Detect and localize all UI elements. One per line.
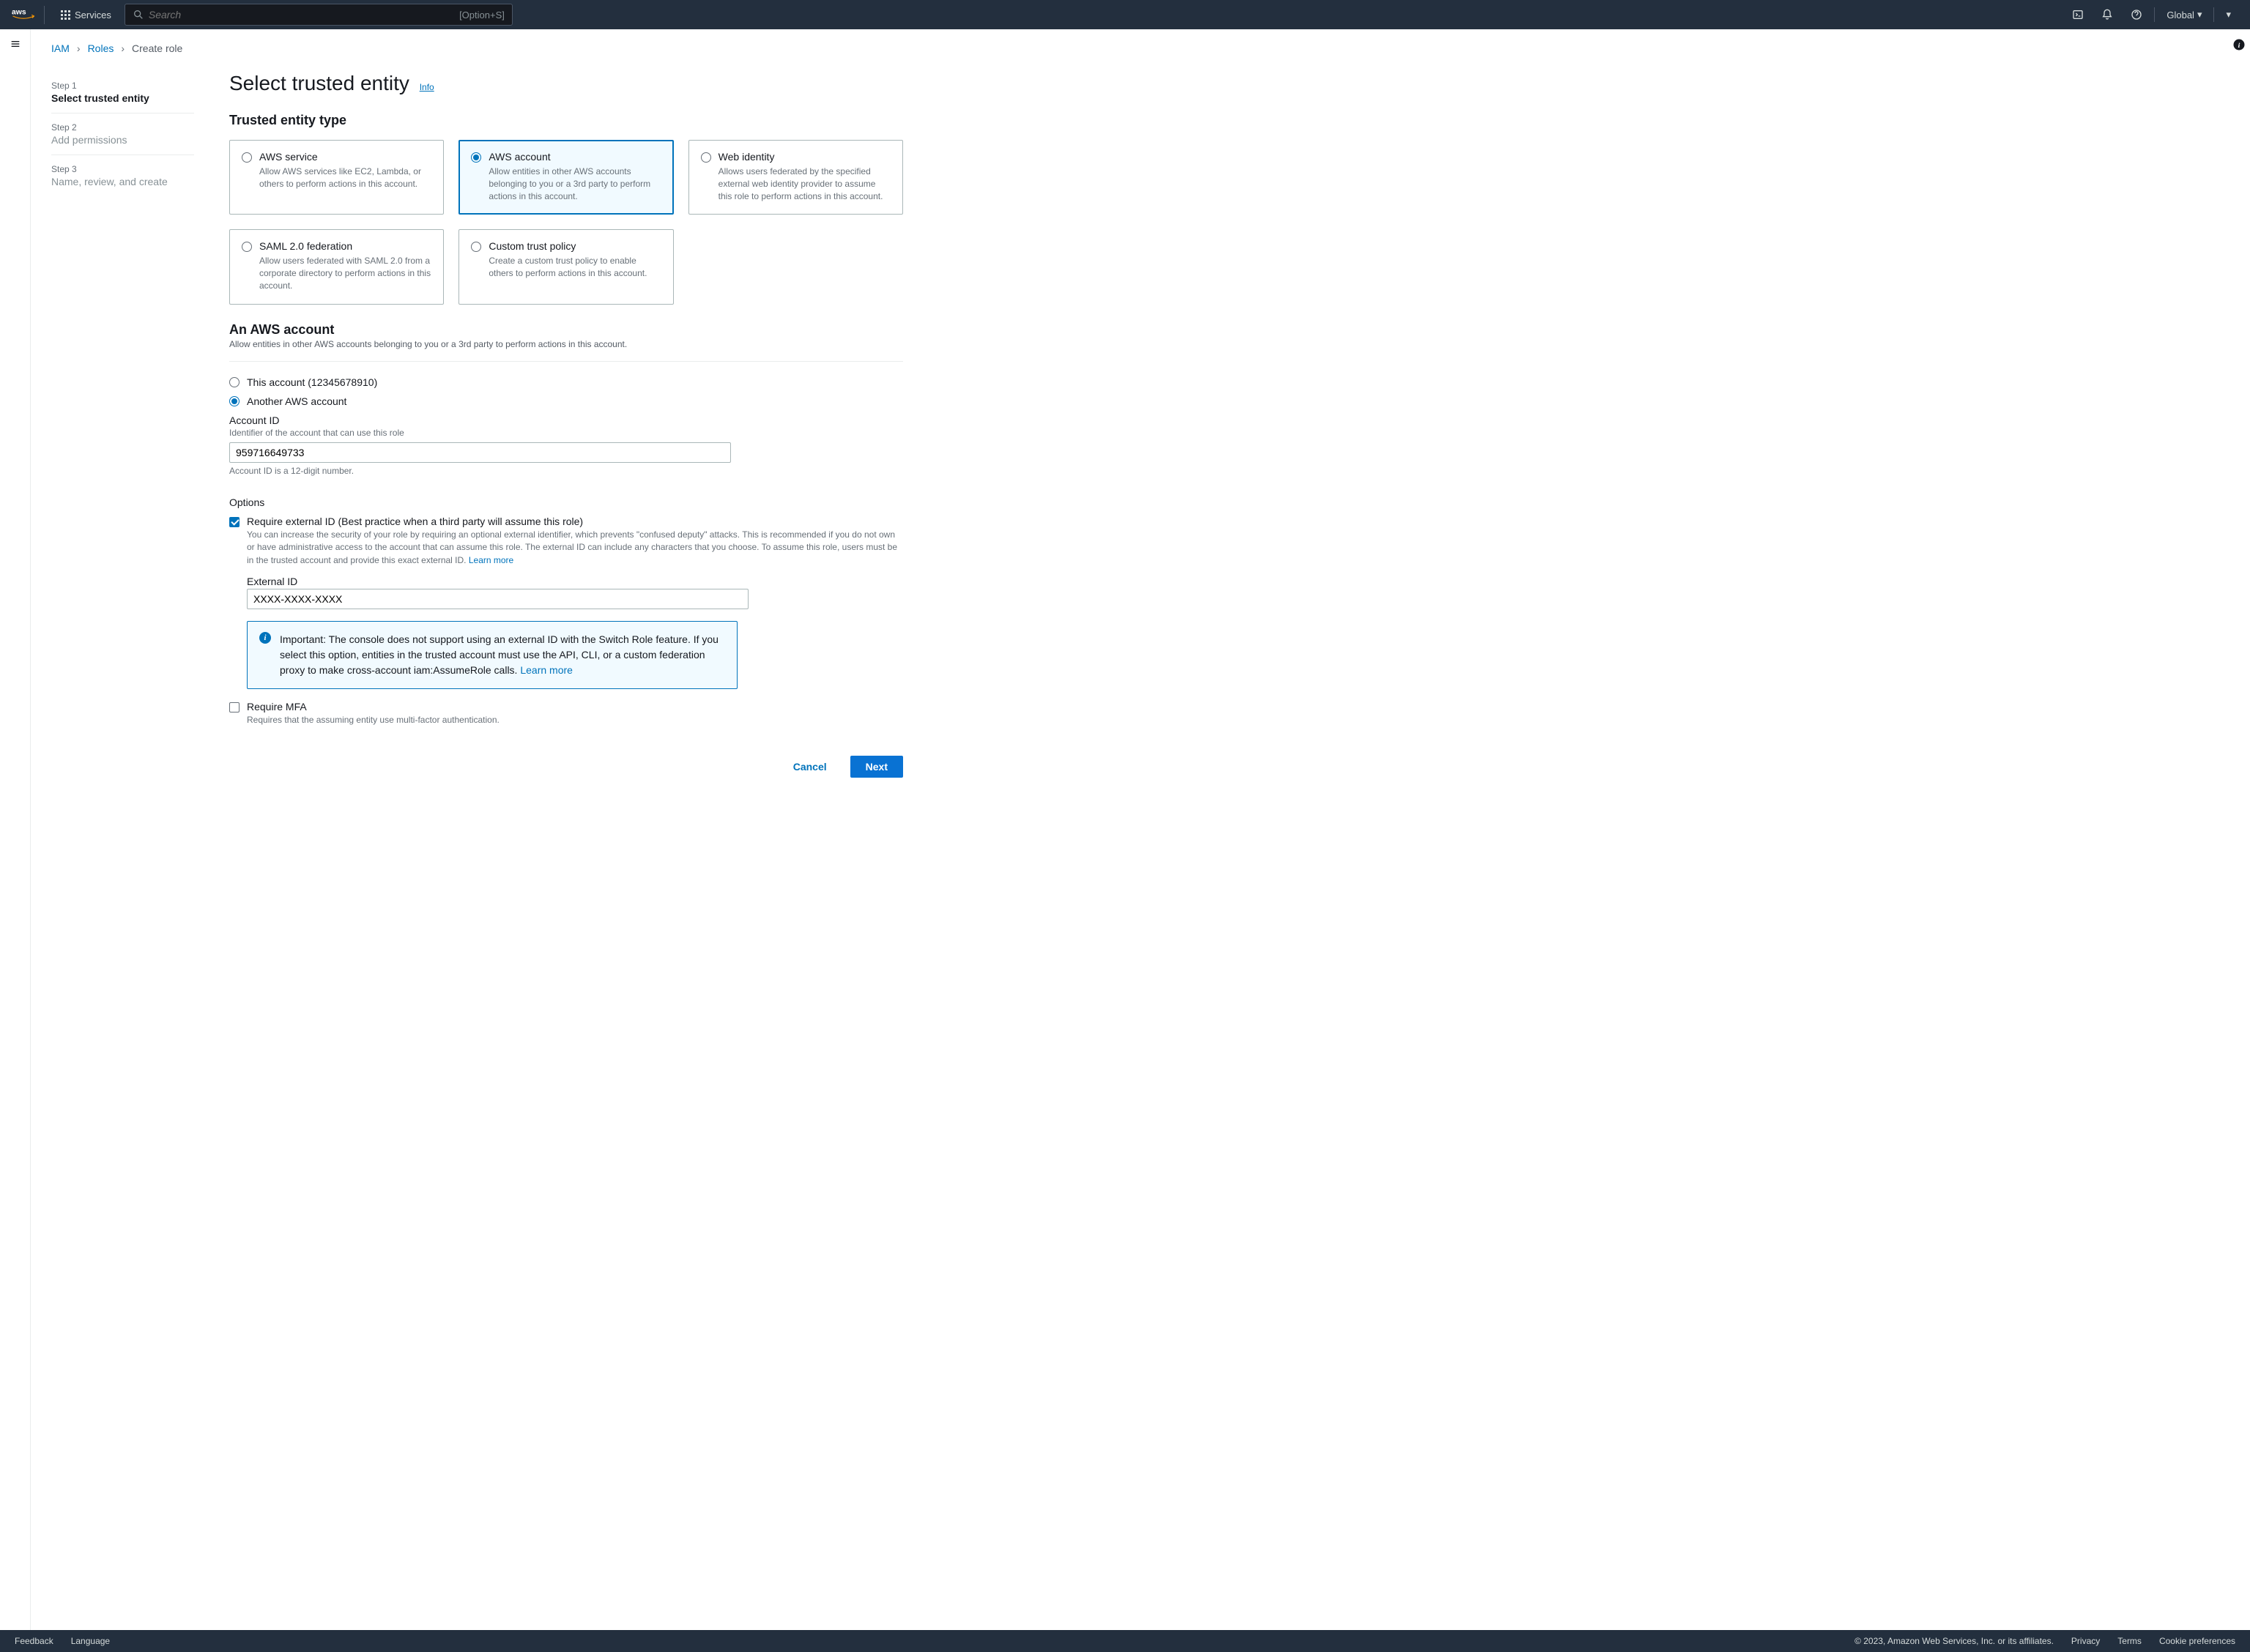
info-panel-toggle[interactable]: i	[2232, 38, 2246, 53]
footer-feedback[interactable]: Feedback	[15, 1636, 53, 1646]
radio-icon	[229, 377, 240, 387]
external-id-input[interactable]	[247, 589, 749, 609]
search-shortcut: [Option+S]	[459, 10, 505, 21]
step-1[interactable]: Step 1 Select trusted entity	[51, 72, 194, 114]
wizard-steps: Step 1 Select trusted entity Step 2 Add …	[51, 72, 194, 778]
entity-card-custom[interactable]: Custom trust policy Create a custom trus…	[458, 229, 673, 304]
grid-icon	[61, 10, 70, 20]
learn-more-link[interactable]: Learn more	[520, 664, 573, 676]
breadcrumb-roles[interactable]: Roles	[88, 42, 114, 54]
next-button[interactable]: Next	[850, 756, 903, 778]
search-icon	[133, 9, 144, 21]
top-nav: aws Services [Option+S] Global ▾ ▾	[0, 0, 2250, 29]
radio-icon	[242, 242, 252, 252]
account-id-input[interactable]	[229, 442, 731, 463]
options-heading: Options	[229, 496, 903, 508]
radio-icon	[471, 152, 481, 163]
search-box[interactable]: [Option+S]	[125, 4, 513, 26]
footer-terms[interactable]: Terms	[2117, 1636, 2142, 1646]
cloudshell-icon[interactable]	[2065, 3, 2091, 26]
footer-privacy[interactable]: Privacy	[2071, 1636, 2100, 1646]
account-id-hint: Identifier of the account that can use t…	[229, 428, 903, 438]
account-desc: Allow entities in other AWS accounts bel…	[229, 339, 903, 349]
footer-cookies[interactable]: Cookie preferences	[2159, 1636, 2235, 1646]
wizard-buttons: Cancel Next	[229, 756, 903, 778]
radio-another-account[interactable]: Another AWS account	[229, 395, 903, 407]
account-menu[interactable]: ▾	[2219, 3, 2238, 26]
entity-card-aws-service[interactable]: AWS service Allow AWS services like EC2,…	[229, 140, 444, 215]
search-input[interactable]	[144, 9, 459, 21]
step-2[interactable]: Step 2 Add permissions	[51, 114, 194, 155]
entity-cards: AWS service Allow AWS services like EC2,…	[229, 140, 903, 305]
services-label: Services	[75, 10, 111, 21]
page-title: Select trusted entity Info	[229, 72, 903, 95]
account-id-help: Account ID is a 12-digit number.	[229, 466, 903, 476]
help-icon[interactable]	[2123, 3, 2150, 26]
radio-icon	[229, 396, 240, 406]
notifications-icon[interactable]	[2094, 3, 2120, 26]
checkbox-icon	[229, 517, 240, 527]
account-heading: An AWS account	[229, 322, 903, 338]
nav-right-icons: Global ▾ ▾	[2065, 3, 2238, 26]
entity-type-heading: Trusted entity type	[229, 113, 903, 128]
svg-text:aws: aws	[12, 8, 26, 16]
checkbox-mfa[interactable]: Require MFA Requires that the assuming e…	[229, 701, 903, 726]
breadcrumb-iam[interactable]: IAM	[51, 42, 70, 54]
entity-card-web-identity[interactable]: Web identity Allows users federated by t…	[688, 140, 903, 215]
aws-logo[interactable]: aws	[12, 6, 45, 24]
account-id-label: Account ID	[229, 414, 903, 426]
breadcrumb: IAM › Roles › Create role	[51, 42, 2229, 54]
entity-card-aws-account[interactable]: AWS account Allow entities in other AWS …	[458, 140, 673, 215]
info-link[interactable]: Info	[420, 82, 434, 92]
chevron-right-icon: ›	[77, 42, 81, 54]
svg-text:i: i	[2238, 42, 2240, 50]
radio-this-account[interactable]: This account (12345678910)	[229, 376, 903, 388]
entity-card-saml[interactable]: SAML 2.0 federation Allow users federate…	[229, 229, 444, 304]
cancel-button[interactable]: Cancel	[779, 756, 842, 778]
chevron-down-icon: ▾	[2197, 9, 2202, 21]
radio-icon	[471, 242, 481, 252]
info-icon: i	[259, 632, 271, 644]
learn-more-link[interactable]: Learn more	[469, 555, 513, 565]
footer: Feedback Language © 2023, Amazon Web Ser…	[0, 1630, 2250, 1652]
chevron-right-icon: ›	[121, 42, 125, 54]
footer-copyright: © 2023, Amazon Web Services, Inc. or its…	[1854, 1636, 2054, 1646]
footer-language[interactable]: Language	[71, 1636, 110, 1646]
info-alert: i Important: The console does not suppor…	[247, 621, 738, 689]
step-3[interactable]: Step 3 Name, review, and create	[51, 155, 194, 196]
hamburger-icon	[10, 38, 21, 50]
breadcrumb-current: Create role	[132, 42, 182, 54]
external-id-label: External ID	[247, 576, 903, 587]
services-menu[interactable]: Services	[53, 5, 119, 25]
checkbox-icon	[229, 702, 240, 712]
sidebar-toggle[interactable]	[0, 29, 31, 1630]
radio-icon	[242, 152, 252, 163]
checkbox-external-id[interactable]: Require external ID (Best practice when …	[229, 516, 903, 567]
chevron-down-icon: ▾	[2226, 9, 2231, 21]
region-selector[interactable]: Global ▾	[2159, 3, 2209, 26]
radio-icon	[701, 152, 711, 163]
